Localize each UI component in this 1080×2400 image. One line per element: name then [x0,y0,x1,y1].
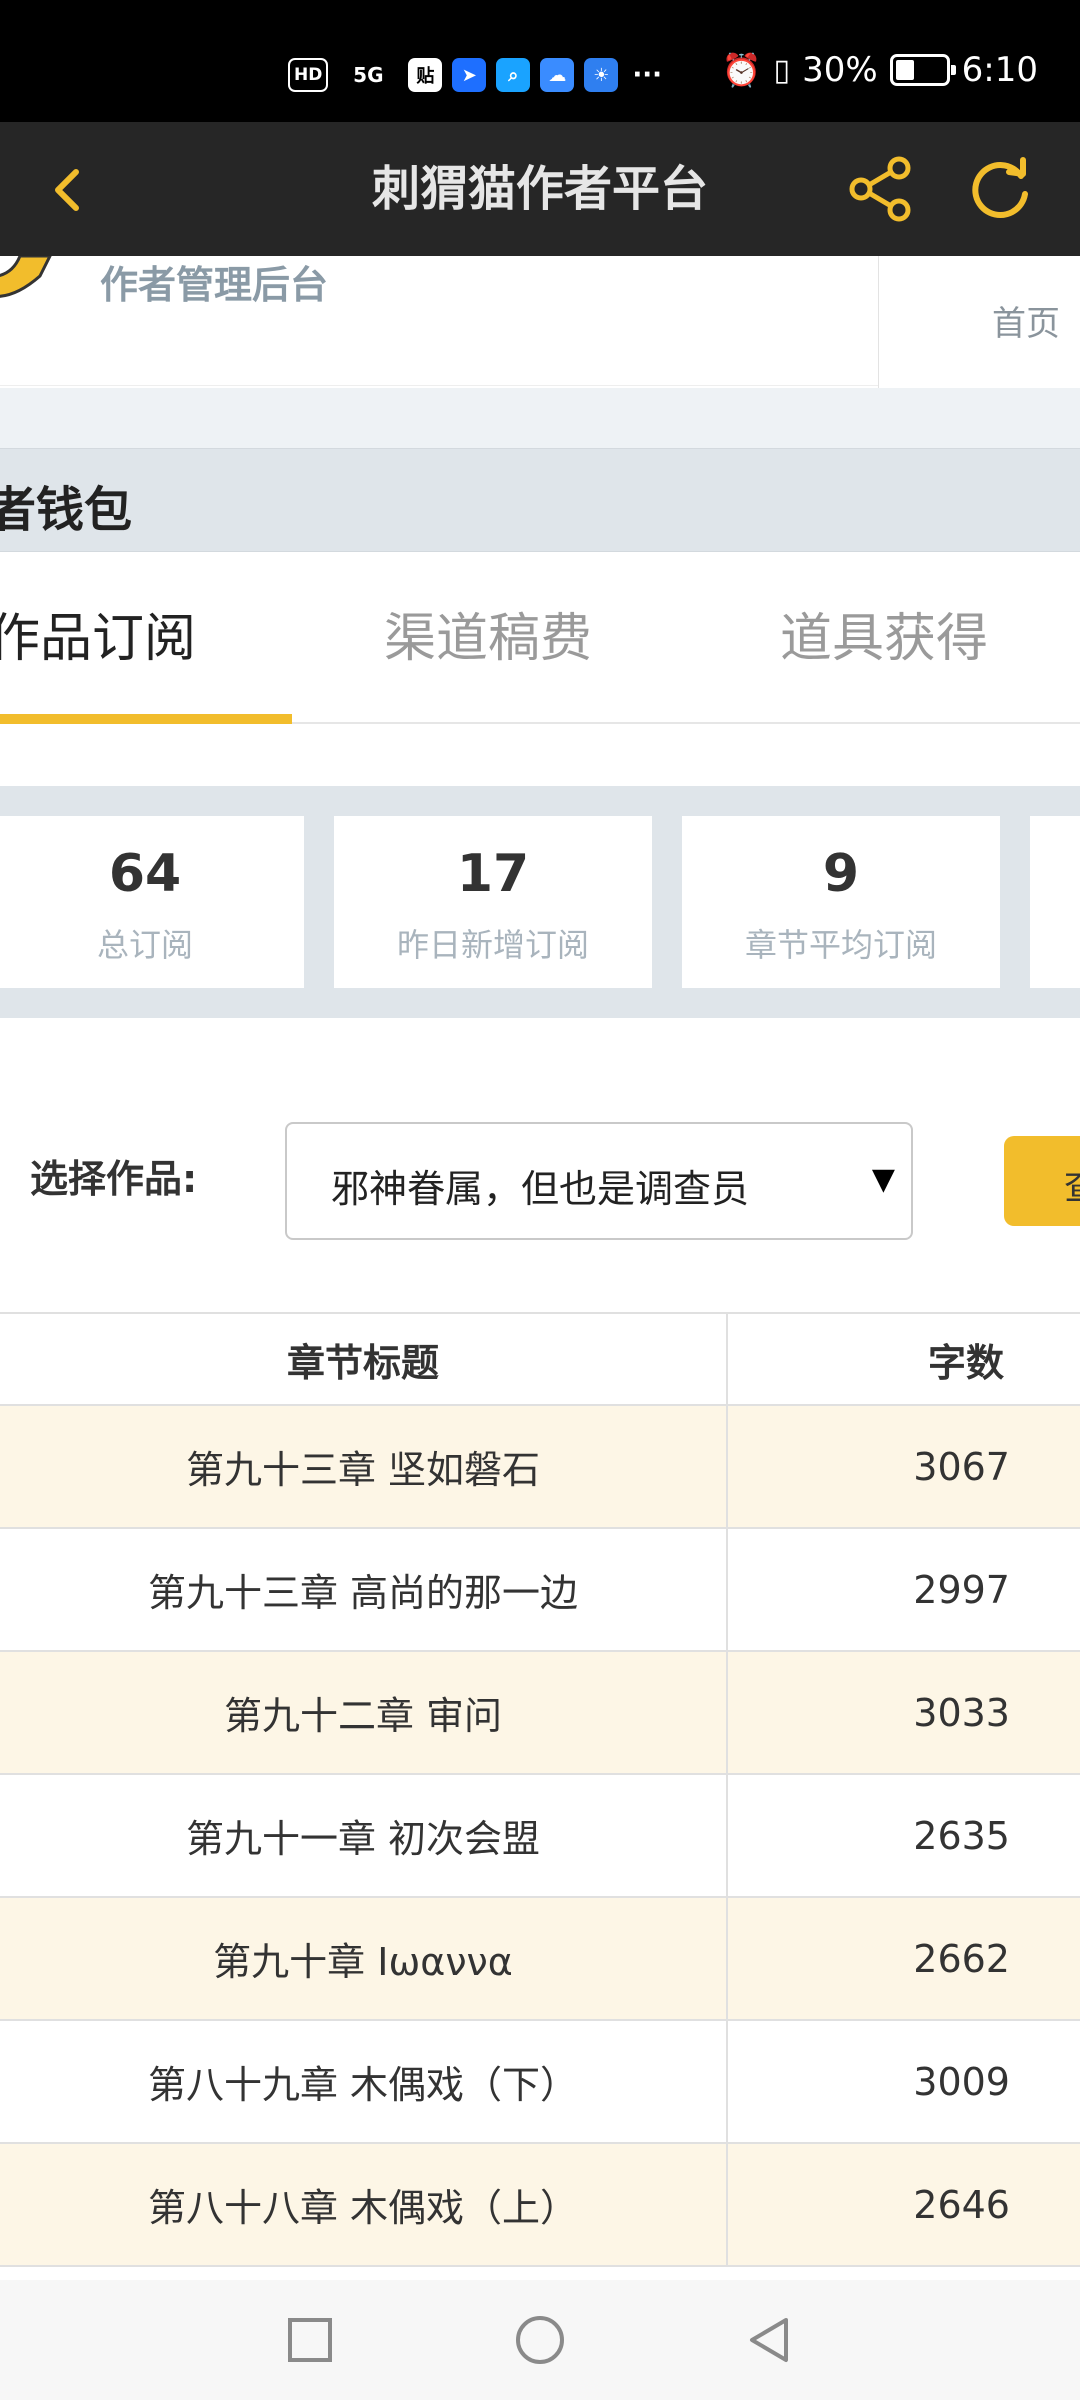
table-row: 第九十三章 坚如磐石 3067 [0,1406,1080,1529]
alarm-icon: ⏰ [721,51,762,89]
home-link[interactable]: 首页 [992,296,1060,345]
active-tab-indicator [0,714,292,724]
status-icons-right: ⏰ ▯ 30% 6:10 [722,50,1038,90]
tab-item-income[interactable]: 道具获得 [780,596,988,671]
table-row: 第九十三章 高尚的那一边 2997 [0,1529,1080,1652]
chapter-title: 第八十九章 木偶戏（下） [0,2021,728,2142]
chapter-table: 章节标题 字数 第九十三章 坚如磐石 3067 第九十三章 高尚的那一边 299… [0,1312,1080,2267]
chapter-title: 第九十三章 坚如磐石 [0,1406,728,1527]
query-button-label: 查 [1064,1158,1080,1210]
select-work-label: 选择作品: [30,1157,198,1201]
table-row: 第九十二章 审问 3033 [0,1652,1080,1775]
word-count: 2662 [913,1936,1010,1981]
chapter-title: 第九十二章 审问 [0,1652,728,1773]
hedgehog-logo-icon [0,256,52,298]
back-triangle-icon[interactable] [742,2312,798,2368]
refresh-icon[interactable] [965,154,1035,224]
battery-icon [889,54,956,86]
stat-card-yesterday: 17 昨日新增订阅 [334,816,652,988]
word-count: 2997 [913,1567,1010,1612]
home-circle-icon[interactable] [512,2312,568,2368]
status-bar: HD 5G 贴 ➤ ⌕ ☁ ☀ ··· ⏰ ▯ 30% 6:10 [0,0,1080,122]
tab-channel-fees[interactable]: 渠道稿费 [384,596,592,671]
stat-value: 9 [822,844,860,904]
search-app-icon: ⌕ [496,58,531,92]
app-header: 刺猬猫作者平台 [0,122,1080,256]
cloud-app-icon: ☁ [540,58,575,92]
stat-label: 总订阅 [96,926,193,964]
word-count: 3067 [913,1444,1010,1489]
query-button[interactable]: 查 [1004,1136,1080,1226]
battery-percent: 30% [802,50,878,90]
chapter-title: 第八十八章 木偶戏（上） [0,2144,728,2265]
word-count: 3033 [913,1690,1010,1735]
table-row: 第八十八章 木偶戏（上） 2646 [0,2144,1080,2267]
stat-value: 17 [456,844,530,904]
stat-label: 章节平均订阅 [744,926,937,964]
chapter-title: 第九十三章 高尚的那一边 [0,1529,728,1650]
stat-card-average: 9 章节平均订阅 [682,816,1000,988]
more-notifications-icon: ··· [632,60,662,90]
share-icon[interactable] [845,154,915,224]
header-chapter-title: 章节标题 [0,1314,728,1404]
feishu-app-icon: ➤ [452,58,487,92]
stat-card-total: 64 总订阅 [0,816,304,988]
table-header: 章节标题 字数 [0,1312,1080,1406]
clock: 6:10 [961,50,1038,90]
status-icons-left: HD 5G 贴 ➤ ⌕ ☁ ☀ ··· [288,58,666,92]
wallet-section-header [0,448,1080,552]
hd-icon: HD [288,58,329,92]
word-count: 2635 [913,1813,1010,1858]
table-row: 第八十九章 木偶戏（下） 3009 [0,2021,1080,2144]
chapter-title: 第九十一章 初次会盟 [0,1775,728,1896]
word-count: 3009 [913,2059,1010,2104]
page-title: 刺猬猫作者平台 [371,161,708,217]
work-select-value: 邪神眷属，但也是调查员 [331,1167,750,1211]
stat-card-partial [1030,816,1080,988]
weather-app-icon: ☀ [584,58,619,92]
header-word-count: 字数 [927,1340,1004,1385]
tab-work-subscription[interactable]: 作品订阅 [0,596,196,671]
recent-apps-icon[interactable] [282,2312,338,2368]
word-count: 2646 [913,2182,1010,2227]
dropdown-arrow-icon: ▼ [871,1162,895,1197]
work-select[interactable]: 邪神眷属，但也是调查员 ▼ [285,1122,913,1240]
table-row: 第九十一章 初次会盟 2635 [0,1775,1080,1898]
admin-title: 作者管理后台 [100,263,329,307]
vibrate-icon: ▯ [773,52,791,88]
table-row: 第九十章 Iωαννα 2662 [0,1898,1080,2021]
section-gap [0,388,1080,448]
stat-label: 昨日新增订阅 [396,926,589,964]
chapter-title: 第九十章 Iωαννα [0,1898,728,2019]
signal-icon: 5G [353,63,384,87]
wallet-title: 者钱包 [0,482,133,538]
stat-value: 64 [108,844,182,904]
tieba-app-icon: 贴 [408,58,443,92]
